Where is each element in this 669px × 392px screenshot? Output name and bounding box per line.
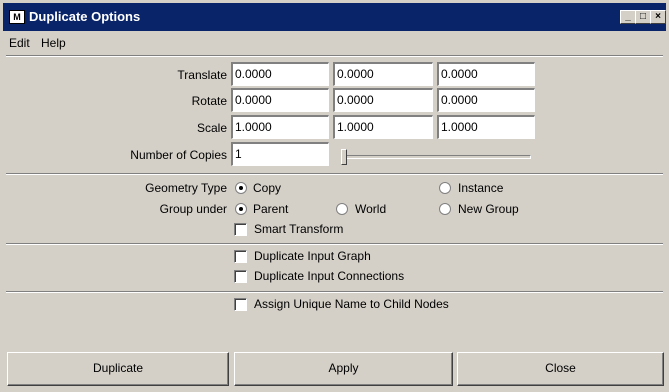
maximize-button[interactable]: □ [635, 10, 651, 24]
scale-x-field[interactable]: 1.0000 [231, 115, 329, 139]
copies-slider-track[interactable] [341, 155, 531, 159]
divider-2 [6, 243, 663, 245]
rotate-label: Rotate [191, 94, 227, 108]
rotate-x-field[interactable]: 0.0000 [231, 88, 329, 112]
duplicate-input-graph-label[interactable]: Duplicate Input Graph [254, 249, 371, 263]
translate-x-field[interactable]: 0.0000 [231, 62, 329, 86]
translate-y-field[interactable]: 0.0000 [333, 62, 433, 86]
close-window-button[interactable]: × [650, 10, 666, 24]
close-button[interactable]: Close [457, 352, 664, 386]
divider-3 [6, 291, 663, 293]
rotate-z-field[interactable]: 0.0000 [437, 88, 535, 112]
maya-app-icon: M [9, 10, 25, 24]
top-divider [6, 55, 663, 57]
translate-label: Translate [177, 68, 227, 82]
group-new-group-label[interactable]: New Group [458, 202, 519, 216]
window-title: Duplicate Options [29, 9, 141, 24]
duplicate-input-connections-checkbox[interactable] [234, 270, 247, 283]
number-of-copies-label: Number of Copies [130, 148, 227, 162]
assign-unique-name-checkbox[interactable] [234, 298, 247, 311]
smart-transform-checkbox[interactable] [234, 223, 247, 236]
copies-slider-thumb[interactable] [341, 149, 347, 165]
group-parent-radio[interactable] [235, 203, 247, 215]
minimize-button[interactable]: _ [620, 10, 636, 24]
smart-transform-label[interactable]: Smart Transform [254, 222, 343, 236]
group-world-label[interactable]: World [355, 202, 386, 216]
menu-edit[interactable]: Edit [9, 36, 30, 50]
menu-bar: Edit Help [3, 33, 666, 53]
geometry-instance-label[interactable]: Instance [458, 181, 503, 195]
divider-1 [6, 173, 663, 175]
translate-z-field[interactable]: 0.0000 [437, 62, 535, 86]
geometry-copy-label[interactable]: Copy [253, 181, 281, 195]
rotate-y-field[interactable]: 0.0000 [333, 88, 433, 112]
duplicate-options-window: M Duplicate Options _ □ × Edit Help Tran… [0, 0, 669, 392]
group-new-group-radio[interactable] [439, 203, 451, 215]
apply-button[interactable]: Apply [234, 352, 453, 386]
geometry-copy-radio[interactable] [235, 182, 247, 194]
scale-y-field[interactable]: 1.0000 [333, 115, 433, 139]
geometry-instance-radio[interactable] [439, 182, 451, 194]
number-of-copies-field[interactable]: 1 [231, 142, 329, 166]
geometry-type-label: Geometry Type [145, 181, 227, 195]
scale-label: Scale [196, 121, 227, 135]
group-parent-label[interactable]: Parent [253, 202, 288, 216]
duplicate-input-graph-checkbox[interactable] [234, 250, 247, 263]
menu-help[interactable]: Help [41, 36, 66, 50]
group-under-label: Group under [159, 202, 227, 216]
assign-unique-name-label[interactable]: Assign Unique Name to Child Nodes [254, 297, 449, 311]
scale-z-field[interactable]: 1.0000 [437, 115, 535, 139]
duplicate-input-connections-label[interactable]: Duplicate Input Connections [254, 269, 404, 283]
title-bar[interactable]: M Duplicate Options _ □ × [3, 3, 666, 31]
group-world-radio[interactable] [336, 203, 348, 215]
duplicate-button[interactable]: Duplicate [7, 352, 229, 386]
